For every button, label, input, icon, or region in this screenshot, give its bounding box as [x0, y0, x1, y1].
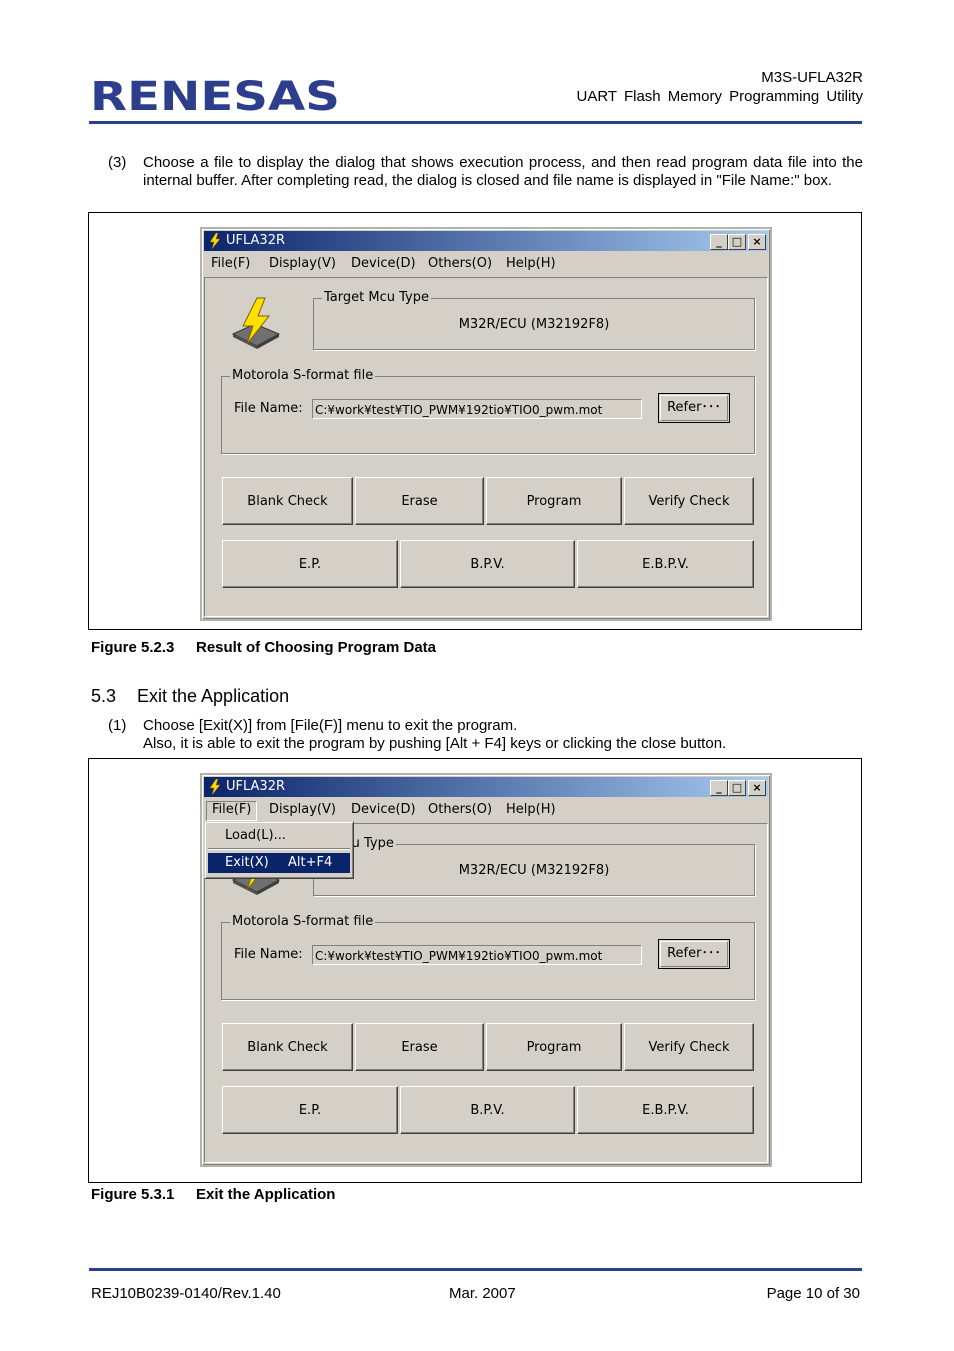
- ep-button[interactable]: E.P.: [222, 540, 398, 588]
- app-window: UFLA32R _ □ × File(F) Display(V) Device(…: [200, 773, 772, 1167]
- caption-number: Figure 5.2.3: [91, 639, 175, 656]
- refer-button-label: Refer･･･: [660, 941, 728, 967]
- erase-button[interactable]: Erase: [355, 1023, 484, 1071]
- program-button[interactable]: Program: [486, 477, 622, 525]
- program-button[interactable]: Program: [486, 1023, 622, 1071]
- section-number: 5.3: [91, 686, 117, 706]
- header-rule: [89, 121, 862, 124]
- flash-chip-icon: [231, 297, 281, 349]
- step-text: Choose [Exit(X)] from [File(F)] menu to …: [143, 717, 863, 753]
- renesas-logo: RENESAS: [90, 74, 342, 120]
- product-title: UART Flash Memory Programming Utility: [576, 88, 863, 105]
- menu-others[interactable]: Others(O): [423, 801, 497, 819]
- verify-check-button[interactable]: Verify Check: [624, 1023, 754, 1071]
- file-name-input[interactable]: C:¥work¥test¥TIO_PWM¥192tio¥TIO0_pwm.mot: [312, 399, 642, 419]
- blank-check-button[interactable]: Blank Check: [222, 1023, 353, 1071]
- app-window: UFLA32R _ □ × File(F) Display(V) Device(…: [200, 227, 772, 621]
- caption-title: Exit the Application: [196, 1186, 336, 1203]
- step-line-2: Also, it is able to exit the program by …: [143, 735, 727, 752]
- step-line-1: Choose [Exit(X)] from [File(F)] menu to …: [143, 717, 518, 734]
- menu-device[interactable]: Device(D): [346, 801, 421, 819]
- logo-wordmark: RENESAS: [90, 74, 340, 116]
- target-mcu-value: M32R/ECU (M32192F8): [458, 863, 610, 878]
- bpv-button[interactable]: B.P.V.: [400, 540, 575, 588]
- menu-bar: File(F) Display(V) Device(D) Others(O) H…: [204, 799, 768, 821]
- file-name-label: File Name:: [234, 401, 303, 416]
- blank-check-button[interactable]: Blank Check: [222, 477, 353, 525]
- verify-check-button[interactable]: Verify Check: [624, 477, 754, 525]
- menu-display[interactable]: Display(V): [264, 801, 341, 819]
- close-button[interactable]: ×: [748, 780, 766, 796]
- target-mcu-group: Target Mcu Type M32R/ECU (M32192F8): [313, 290, 755, 350]
- step-3: (3) Choose a file to display the dialog …: [0, 154, 954, 210]
- minimize-button[interactable]: _: [710, 780, 728, 796]
- sformat-group-label: Motorola S-format file: [230, 914, 376, 930]
- footer-date: Mar. 2007: [449, 1285, 516, 1302]
- file-name-input[interactable]: C:¥work¥test¥TIO_PWM¥192tio¥TIO0_pwm.mot: [312, 945, 642, 965]
- refer-button[interactable]: Refer･･･: [658, 393, 730, 423]
- caption-title: Result of Choosing Program Data: [196, 639, 437, 656]
- section-heading: 5.3 Exit the Application: [91, 686, 289, 707]
- menu-others[interactable]: Others(O): [423, 255, 497, 273]
- exit-label: Exit(X): [225, 855, 269, 870]
- menu-item-load[interactable]: Load(L)...: [208, 826, 350, 846]
- maximize-button[interactable]: □: [728, 234, 746, 250]
- sformat-group-label: Motorola S-format file: [230, 368, 376, 384]
- step-1: (1) Choose [Exit(X)] from [File(F)] menu…: [0, 717, 954, 755]
- footer-page: Page 10 of 30: [766, 1285, 860, 1302]
- ebpv-button[interactable]: E.B.P.V.: [577, 1086, 754, 1134]
- product-code: M3S-UFLA32R: [761, 69, 863, 86]
- sformat-file-group: Motorola S-format file File Name: C:¥wor…: [221, 914, 755, 1000]
- client-area: Target Mcu Type M32R/ECU (M32192F8) Moto…: [204, 277, 768, 617]
- erase-button[interactable]: Erase: [355, 477, 484, 525]
- step-number: (3): [108, 154, 127, 171]
- menu-file-open[interactable]: File(F): [206, 801, 258, 821]
- window-title: UFLA32R: [226, 779, 286, 794]
- footer-doc-id: REJ10B0239-0140/Rev.1.40: [91, 1285, 281, 1302]
- window-title: UFLA32R: [226, 233, 286, 248]
- lightning-app-icon: [209, 779, 221, 795]
- title-bar: UFLA32R _ □ ×: [204, 777, 768, 797]
- file-menu-dropdown: Load(L)... Exit(X) Alt+F4: [204, 821, 354, 879]
- step-text: Choose a file to display the dialog that…: [143, 154, 863, 189]
- target-mcu-group: t Mcu Type M32R/ECU (M32192F8): [313, 836, 755, 896]
- menu-display[interactable]: Display(V): [264, 255, 341, 273]
- ep-button[interactable]: E.P.: [222, 1086, 398, 1134]
- menu-help[interactable]: Help(H): [501, 801, 561, 819]
- title-bar: UFLA32R _ □ ×: [204, 231, 768, 251]
- menu-device[interactable]: Device(D): [346, 255, 421, 273]
- file-name-label: File Name:: [234, 947, 303, 962]
- section-title: Exit the Application: [137, 686, 290, 706]
- menu-help[interactable]: Help(H): [501, 255, 561, 273]
- menu-bar: File(F) Display(V) Device(D) Others(O) H…: [204, 253, 768, 275]
- refer-button[interactable]: Refer･･･: [658, 939, 730, 969]
- menu-separator: [208, 848, 350, 850]
- maximize-button[interactable]: □: [728, 780, 746, 796]
- bpv-button[interactable]: B.P.V.: [400, 1086, 575, 1134]
- menu-item-exit[interactable]: Exit(X) Alt+F4: [208, 853, 350, 873]
- figure-2-caption: Figure 5.3.1 Exit the Application: [91, 1186, 335, 1203]
- minimize-button[interactable]: _: [710, 234, 728, 250]
- target-mcu-value: M32R/ECU (M32192F8): [458, 317, 610, 332]
- header-info: M3S-UFLA32R UART Flash Memory Programmin…: [576, 68, 863, 106]
- close-button[interactable]: ×: [748, 234, 766, 250]
- step-number: (1): [108, 717, 127, 734]
- figure-frame-2: UFLA32R _ □ × File(F) Display(V) Device(…: [88, 758, 862, 1183]
- menu-file[interactable]: File(F): [206, 255, 255, 273]
- ebpv-button[interactable]: E.B.P.V.: [577, 540, 754, 588]
- figure-1-caption: Figure 5.2.3 Result of Choosing Program D…: [91, 639, 436, 656]
- lightning-app-icon: [209, 233, 221, 249]
- target-mcu-label: Target Mcu Type: [322, 290, 431, 306]
- footer-rule: [89, 1268, 862, 1271]
- exit-accelerator: Alt+F4: [288, 855, 333, 870]
- sformat-file-group: Motorola S-format file File Name: C:¥wor…: [221, 368, 755, 454]
- figure-frame-1: UFLA32R _ □ × File(F) Display(V) Device(…: [88, 212, 862, 630]
- caption-number: Figure 5.3.1: [91, 1186, 175, 1203]
- refer-button-label: Refer･･･: [660, 395, 728, 421]
